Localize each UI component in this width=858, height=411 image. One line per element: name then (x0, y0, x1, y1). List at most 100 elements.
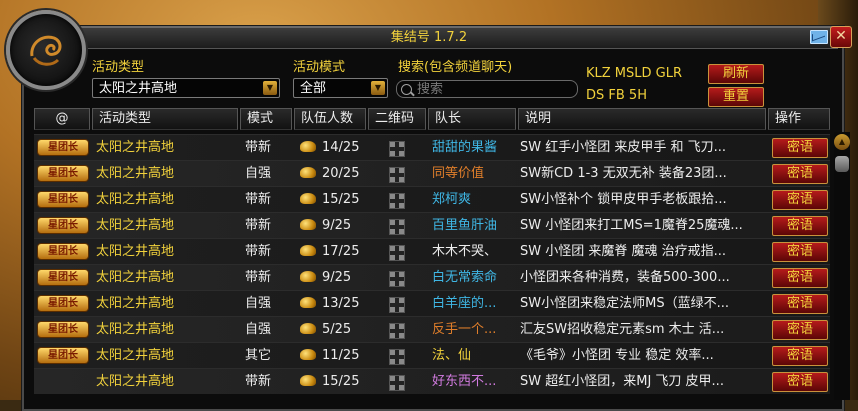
row-leader[interactable]: 木木不哭、 (432, 239, 514, 264)
mode-value: 全部 (300, 81, 327, 96)
row-leader[interactable]: 郑柯爽 (432, 187, 514, 212)
team-helmet-icon (300, 375, 316, 386)
row-leader[interactable]: 法、仙 (432, 343, 514, 368)
table-row[interactable]: 星团长 太阳之井高地 自强 20/25 同等价值 SW新CD 1-3 无双无补 装备23团… (34, 160, 830, 186)
row-mode: 带新 (245, 140, 272, 155)
row-team-size: 15/25 (300, 187, 359, 212)
row-team-count: 15/25 (322, 374, 360, 389)
scrollbar-thumb[interactable] (835, 156, 849, 172)
row-leader[interactable]: 白无常索命 (432, 265, 514, 290)
whisper-button[interactable]: 密语 (772, 372, 828, 392)
row-team-count: 13/25 (322, 296, 360, 311)
table-row[interactable]: 星团长 太阳之井高地 自强 13/25 白羊座的... SW小怪团来稳定法师MS（蓝绿不.… (34, 290, 830, 316)
qrcode-icon[interactable] (389, 193, 405, 209)
table-row[interactable]: 星团长 太阳之井高地 自强 5/25 反手一个... 汇友SW招收稳定元素sm 木士 活.… (34, 316, 830, 342)
table-row[interactable]: 星团长 太阳之井高地 带新 14/25 甜甜的果酱 SW 红手小怪团 来皮甲手 和 飞刀.… (34, 134, 830, 160)
row-description: 小怪团来各种消费，装备500-300... (520, 270, 730, 285)
row-team-size: 9/25 (300, 265, 351, 290)
row-leader[interactable]: 同等价值 (432, 161, 514, 186)
header-at[interactable]: @ (34, 108, 90, 130)
team-helmet-icon (300, 323, 316, 334)
row-leader[interactable]: 白羊座的... (432, 291, 514, 316)
row-team-count: 20/25 (322, 166, 360, 181)
row-activity: 太阳之井高地 (96, 140, 175, 155)
qrcode-icon[interactable] (389, 271, 405, 287)
qrcode-icon[interactable] (389, 297, 405, 313)
activity-type-dropdown[interactable]: 太阳之井高地 ▼ (92, 78, 280, 98)
whisper-button[interactable]: 密语 (772, 346, 828, 366)
star-leader-badge: 星团长 (38, 166, 88, 181)
instance-tags-line2[interactable]: DS FB 5H (586, 88, 647, 103)
chevron-down-icon: ▼ (371, 81, 385, 95)
row-team-size: 20/25 (300, 161, 359, 186)
scroll-up-icon[interactable]: ▲ (834, 134, 850, 150)
qrcode-icon[interactable] (389, 219, 405, 235)
table-row[interactable]: 星团长 太阳之井高地 带新 9/25 白无常索命 小怪团来各种消费，装备500-300..… (34, 264, 830, 290)
whisper-button[interactable]: 密语 (772, 216, 828, 236)
window-title: 集结号 1.7.2 (390, 30, 468, 45)
star-leader-badge: 星团长 (38, 140, 88, 155)
row-leader[interactable]: 甜甜的果酱 (432, 135, 514, 160)
qrcode-icon[interactable] (389, 141, 405, 157)
row-team-size: 17/25 (300, 239, 359, 264)
instance-tags-line1[interactable]: KLZ MSLD GLR (586, 66, 682, 81)
row-team-count: 15/25 (322, 192, 360, 207)
header-qrcode[interactable]: 二维码 (368, 108, 426, 130)
row-team-count: 11/25 (322, 348, 360, 363)
qrcode-icon[interactable] (389, 167, 405, 183)
row-leader[interactable]: 反手一个... (432, 317, 514, 342)
row-mode: 带新 (245, 244, 272, 259)
whisper-button[interactable]: 密语 (772, 242, 828, 262)
row-leader[interactable]: 好东西不... (432, 369, 514, 394)
table-row[interactable]: 星团长 太阳之井高地 带新 17/25 木木不哭、 SW 小怪团 来魔脊 魔魂 治疗戒指.… (34, 238, 830, 264)
row-activity: 太阳之井高地 (96, 166, 175, 181)
header-mode[interactable]: 模式 (240, 108, 292, 130)
header-action: 操作 (768, 108, 830, 130)
row-team-size: 11/25 (300, 343, 359, 368)
table-row[interactable]: 太阳之井高地 带新 15/25 好东西不... SW 超红小怪团，来MJ 飞刀 皮甲..… (34, 368, 830, 394)
whisper-button[interactable]: 密语 (772, 294, 828, 314)
header-activity-type[interactable]: 活动类型 (92, 108, 238, 130)
header-description[interactable]: 说明 (518, 108, 766, 130)
row-team-count: 17/25 (322, 244, 360, 259)
whisper-button[interactable]: 密语 (772, 164, 828, 184)
search-input[interactable]: 搜索 (396, 80, 578, 98)
table-row[interactable]: 星团长 太阳之井高地 带新 9/25 百里鱼肝油 SW 小怪团来打工MS=1魔脊25魔魂.… (34, 212, 830, 238)
refresh-button[interactable]: 刷新 (708, 64, 764, 84)
whisper-button[interactable]: 密语 (772, 268, 828, 288)
row-description: SW小怪补个 锁甲皮甲手老板跟拾... (520, 192, 727, 207)
star-leader-badge: 星团长 (38, 296, 88, 311)
whisper-button[interactable]: 密语 (772, 320, 828, 340)
header-team-size[interactable]: 队伍人数 (294, 108, 366, 130)
row-team-count: 14/25 (322, 140, 360, 155)
close-icon[interactable]: ✕ (830, 26, 852, 48)
row-mode: 自强 (245, 296, 272, 311)
row-mode: 带新 (245, 270, 272, 285)
mode-dropdown[interactable]: 全部 ▼ (293, 78, 388, 98)
dragon-emblem-icon (6, 10, 86, 90)
row-team-size: 9/25 (300, 213, 351, 238)
row-mode: 带新 (245, 374, 272, 389)
table-row[interactable]: 星团长 太阳之井高地 带新 15/25 郑柯爽 SW小怪补个 锁甲皮甲手老板跟拾... 密语 (34, 186, 830, 212)
qrcode-icon[interactable] (389, 375, 405, 391)
activity-type-value: 太阳之井高地 (99, 81, 178, 96)
team-helmet-icon (300, 193, 316, 204)
whisper-button[interactable]: 密语 (772, 138, 828, 158)
row-activity: 太阳之井高地 (96, 296, 175, 311)
row-description: SW小怪团来稳定法师MS（蓝绿不... (520, 296, 729, 311)
star-leader-badge: 星团长 (38, 322, 88, 337)
qrcode-icon[interactable] (389, 323, 405, 339)
search-icon (401, 84, 412, 95)
table-row[interactable]: 星团长 太阳之井高地 其它 11/25 法、仙 《毛爷》小怪团 专业 稳定 效率... 密语 (34, 342, 830, 368)
reset-button[interactable]: 重置 (708, 87, 764, 107)
qrcode-icon[interactable] (389, 349, 405, 365)
qrcode-icon[interactable] (389, 245, 405, 261)
row-leader[interactable]: 百里鱼肝油 (432, 213, 514, 238)
team-helmet-icon (300, 167, 316, 178)
mail-icon[interactable] (810, 30, 828, 44)
team-helmet-icon (300, 349, 316, 360)
whisper-button[interactable]: 密语 (772, 190, 828, 210)
row-team-count: 9/25 (322, 270, 352, 285)
header-leader[interactable]: 队长 (428, 108, 516, 130)
scrollbar-track[interactable] (834, 132, 850, 400)
